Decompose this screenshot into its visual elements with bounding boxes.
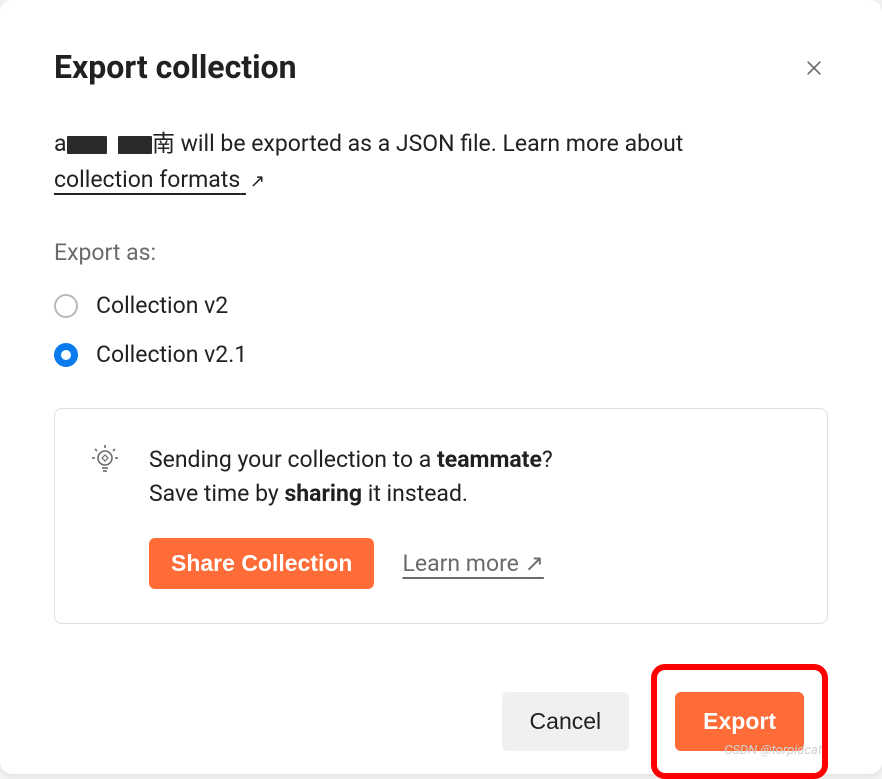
export-as-label: Export as: <box>54 239 828 266</box>
modal-footer: Cancel Export <box>54 664 828 779</box>
redacted-text <box>67 136 107 154</box>
radio-icon <box>54 294 78 318</box>
export-collection-modal: Export collection a 南 will be exported a… <box>0 0 882 774</box>
lightbulb-icon <box>89 443 121 475</box>
redacted-text <box>118 136 152 154</box>
desc-text: will be exported as a JSON file. Learn m… <box>175 130 683 157</box>
export-format-radio-group: Collection v2 Collection v2.1 <box>54 292 828 368</box>
radio-icon <box>54 343 78 367</box>
share-info-box: Sending your collection to a teammate? S… <box>54 408 828 624</box>
info-actions: Share Collection Learn more ↗ <box>149 538 793 589</box>
modal-title: Export collection <box>54 48 828 86</box>
info-content: Sending your collection to a teammate? S… <box>149 443 793 589</box>
share-collection-button[interactable]: Share Collection <box>149 538 374 589</box>
export-highlight-box: Export <box>651 664 828 779</box>
desc-mid: 南 <box>152 130 175 157</box>
close-icon <box>804 58 824 78</box>
close-button[interactable] <box>800 54 828 82</box>
watermark: CSDN @torpidcat <box>724 743 822 758</box>
external-link-icon: ↗ <box>250 168 265 196</box>
export-description: a 南 will be exported as a JSON file. Lea… <box>54 126 828 197</box>
desc-prefix: a <box>54 130 67 157</box>
radio-option-v2[interactable]: Collection v2 <box>54 292 828 319</box>
learn-more-link[interactable]: Learn more ↗ <box>402 550 543 577</box>
radio-option-v21[interactable]: Collection v2.1 <box>54 341 828 368</box>
info-text: Sending your collection to a teammate? S… <box>149 443 793 510</box>
radio-label: Collection v2.1 <box>96 341 247 368</box>
cancel-button[interactable]: Cancel <box>502 692 630 751</box>
external-link-icon: ↗ <box>525 550 544 577</box>
collection-formats-link[interactable]: collection formats <box>54 166 246 193</box>
radio-label: Collection v2 <box>96 292 228 319</box>
